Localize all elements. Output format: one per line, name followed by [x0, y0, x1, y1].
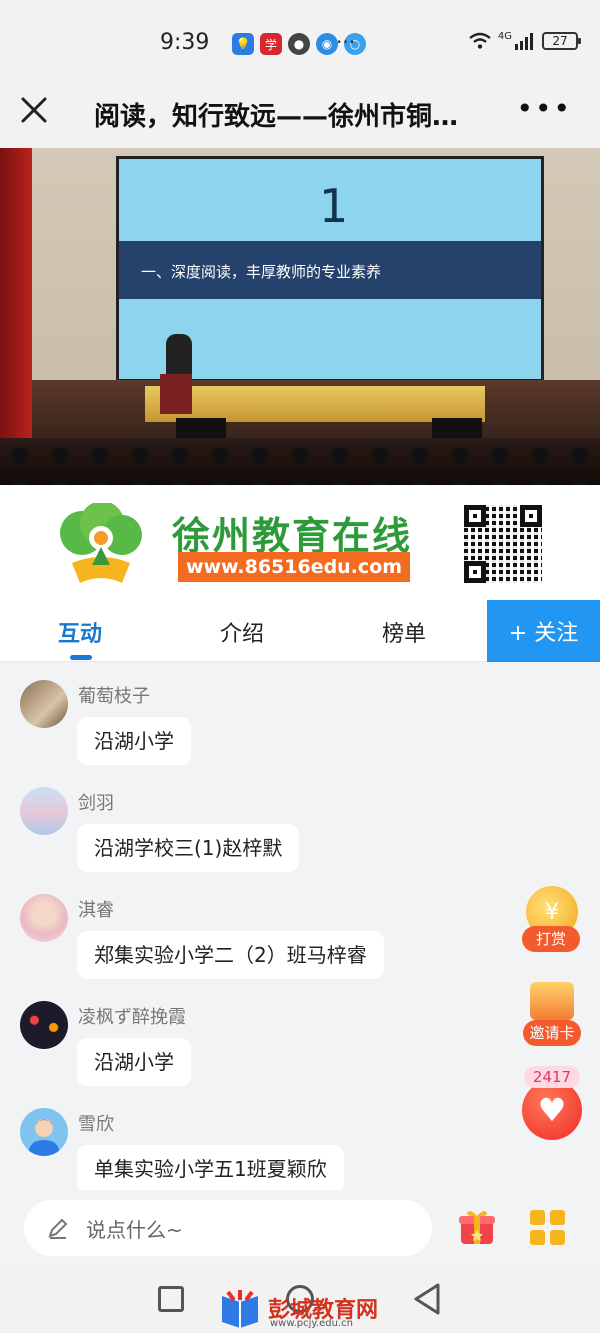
status-right: 4G 27 — [468, 30, 581, 50]
recent-apps-icon[interactable] — [158, 1286, 184, 1312]
chat-bubble: 沿湖小学 — [77, 1038, 191, 1086]
speaker-figure — [166, 334, 192, 378]
watermark: 彭城教育网 www.pcjy.edu.cn — [218, 1288, 378, 1329]
chat-message: 雪欣 单集实验小学五1班夏颖欣 — [0, 1090, 600, 1190]
follow-button[interactable]: + 关注 — [487, 600, 600, 662]
wifi-icon — [469, 32, 491, 49]
tree-logo-icon — [60, 503, 142, 583]
close-icon[interactable] — [18, 94, 50, 126]
chat-bubble: 沿湖小学 — [77, 717, 191, 765]
live-video-player[interactable]: 1 一、深度阅读，丰厚教师的专业素养 — [0, 148, 600, 485]
slide-number: 1 — [319, 179, 349, 233]
back-icon[interactable] — [412, 1282, 442, 1316]
news-app-icon: 学 — [260, 33, 282, 55]
like-widget[interactable]: ♥ 2417 — [520, 1066, 584, 1140]
tab-interaction[interactable]: 互动 — [58, 616, 102, 648]
status-time: 9:39 — [160, 30, 210, 55]
podium — [160, 374, 192, 414]
chat-message: 凌枫ず醉挽霞 沿湖小学 — [0, 983, 600, 1090]
stage-curtain — [0, 148, 32, 485]
audience — [0, 438, 600, 485]
chat-bubble: 沿湖学校三(1)赵梓默 — [77, 824, 300, 872]
battery-indicator: 27 — [542, 32, 581, 50]
brand-url: www.86516edu.com — [178, 552, 410, 582]
chat-username: 葡萄枝子 — [78, 686, 150, 707]
chat-message: 剑羽 沿湖学校三(1)赵梓默 — [0, 769, 600, 876]
active-tab-indicator — [70, 655, 92, 660]
chat-message: 淇睿 郑集实验小学二（2）班马梓睿 — [0, 876, 600, 983]
envelope-icon — [530, 982, 574, 1020]
pencil-icon — [48, 1218, 68, 1239]
avatar[interactable] — [20, 787, 68, 835]
page-title: 阅读，知行致远——徐州市铜… — [94, 102, 459, 132]
avatar[interactable] — [20, 680, 68, 728]
status-bar: 9:39 💡 学 ● ◉ ○ ··· 4G 27 — [0, 0, 600, 80]
tab-bar: 互动 介绍 榜单 + 关注 — [0, 600, 600, 662]
chat-bubble: 郑集实验小学二（2）班马梓睿 — [77, 931, 384, 979]
signal-icon — [515, 33, 533, 50]
network-type: 4G — [497, 30, 512, 42]
reward-button[interactable]: ¥ 打赏 — [522, 886, 580, 954]
chat-username: 凌枫ず醉挽霞 — [78, 1007, 186, 1028]
bulb-app-icon: 💡 — [232, 33, 254, 55]
gift-icon[interactable] — [458, 1208, 496, 1246]
system-nav-bar: 彭城教育网 www.pcjy.edu.cn — [0, 1268, 600, 1333]
chat-username: 剑羽 — [78, 793, 114, 814]
apps-grid-icon[interactable] — [530, 1210, 566, 1246]
avatar[interactable] — [20, 894, 68, 942]
tab-ranking[interactable]: 榜单 — [382, 616, 426, 648]
avatar[interactable] — [20, 1001, 68, 1049]
status-more-icon: ··· — [336, 30, 356, 54]
stage-steps — [145, 386, 485, 422]
chat-bubble: 单集实验小学五1班夏颖欣 — [77, 1145, 344, 1190]
invite-label: 邀请卡 — [523, 1020, 581, 1046]
slide-heading: 一、深度阅读，丰厚教师的专业素养 — [119, 241, 541, 299]
page-header: 阅读，知行致远——徐州市铜… ••• — [0, 80, 600, 148]
tab-intro[interactable]: 介绍 — [220, 616, 264, 648]
watermark-url: www.pcjy.edu.cn — [270, 1318, 353, 1329]
like-count: 2417 — [524, 1066, 580, 1088]
chat-username: 雪欣 — [78, 1114, 114, 1135]
default-user-icon — [28, 1119, 60, 1156]
comment-bar: 说点什么~ — [0, 1190, 600, 1268]
qr-code-icon[interactable] — [460, 501, 550, 591]
chat-message: 葡萄枝子 沿湖小学 — [0, 662, 600, 769]
reward-label: 打赏 — [522, 926, 580, 952]
sponsor-banner[interactable]: 徐州教育在线 www.86516edu.com — [0, 485, 600, 600]
comment-input[interactable]: 说点什么~ — [24, 1200, 432, 1256]
invite-card-button[interactable]: 邀请卡 — [522, 982, 582, 1048]
chat-username: 淇睿 — [78, 900, 114, 921]
chat-list[interactable]: 葡萄枝子 沿湖小学 剑羽 沿湖学校三(1)赵梓默 淇睿 郑集实验小学二（2）班马… — [0, 662, 600, 1190]
qq-icon: ● — [288, 33, 310, 55]
avatar[interactable] — [20, 1108, 68, 1156]
book-logo-icon — [222, 1290, 258, 1328]
browser-icon: ◉ — [316, 33, 338, 55]
more-options-icon[interactable]: ••• — [516, 92, 572, 125]
heart-icon[interactable]: ♥ — [522, 1080, 582, 1140]
comment-placeholder: 说点什么~ — [86, 1218, 183, 1242]
